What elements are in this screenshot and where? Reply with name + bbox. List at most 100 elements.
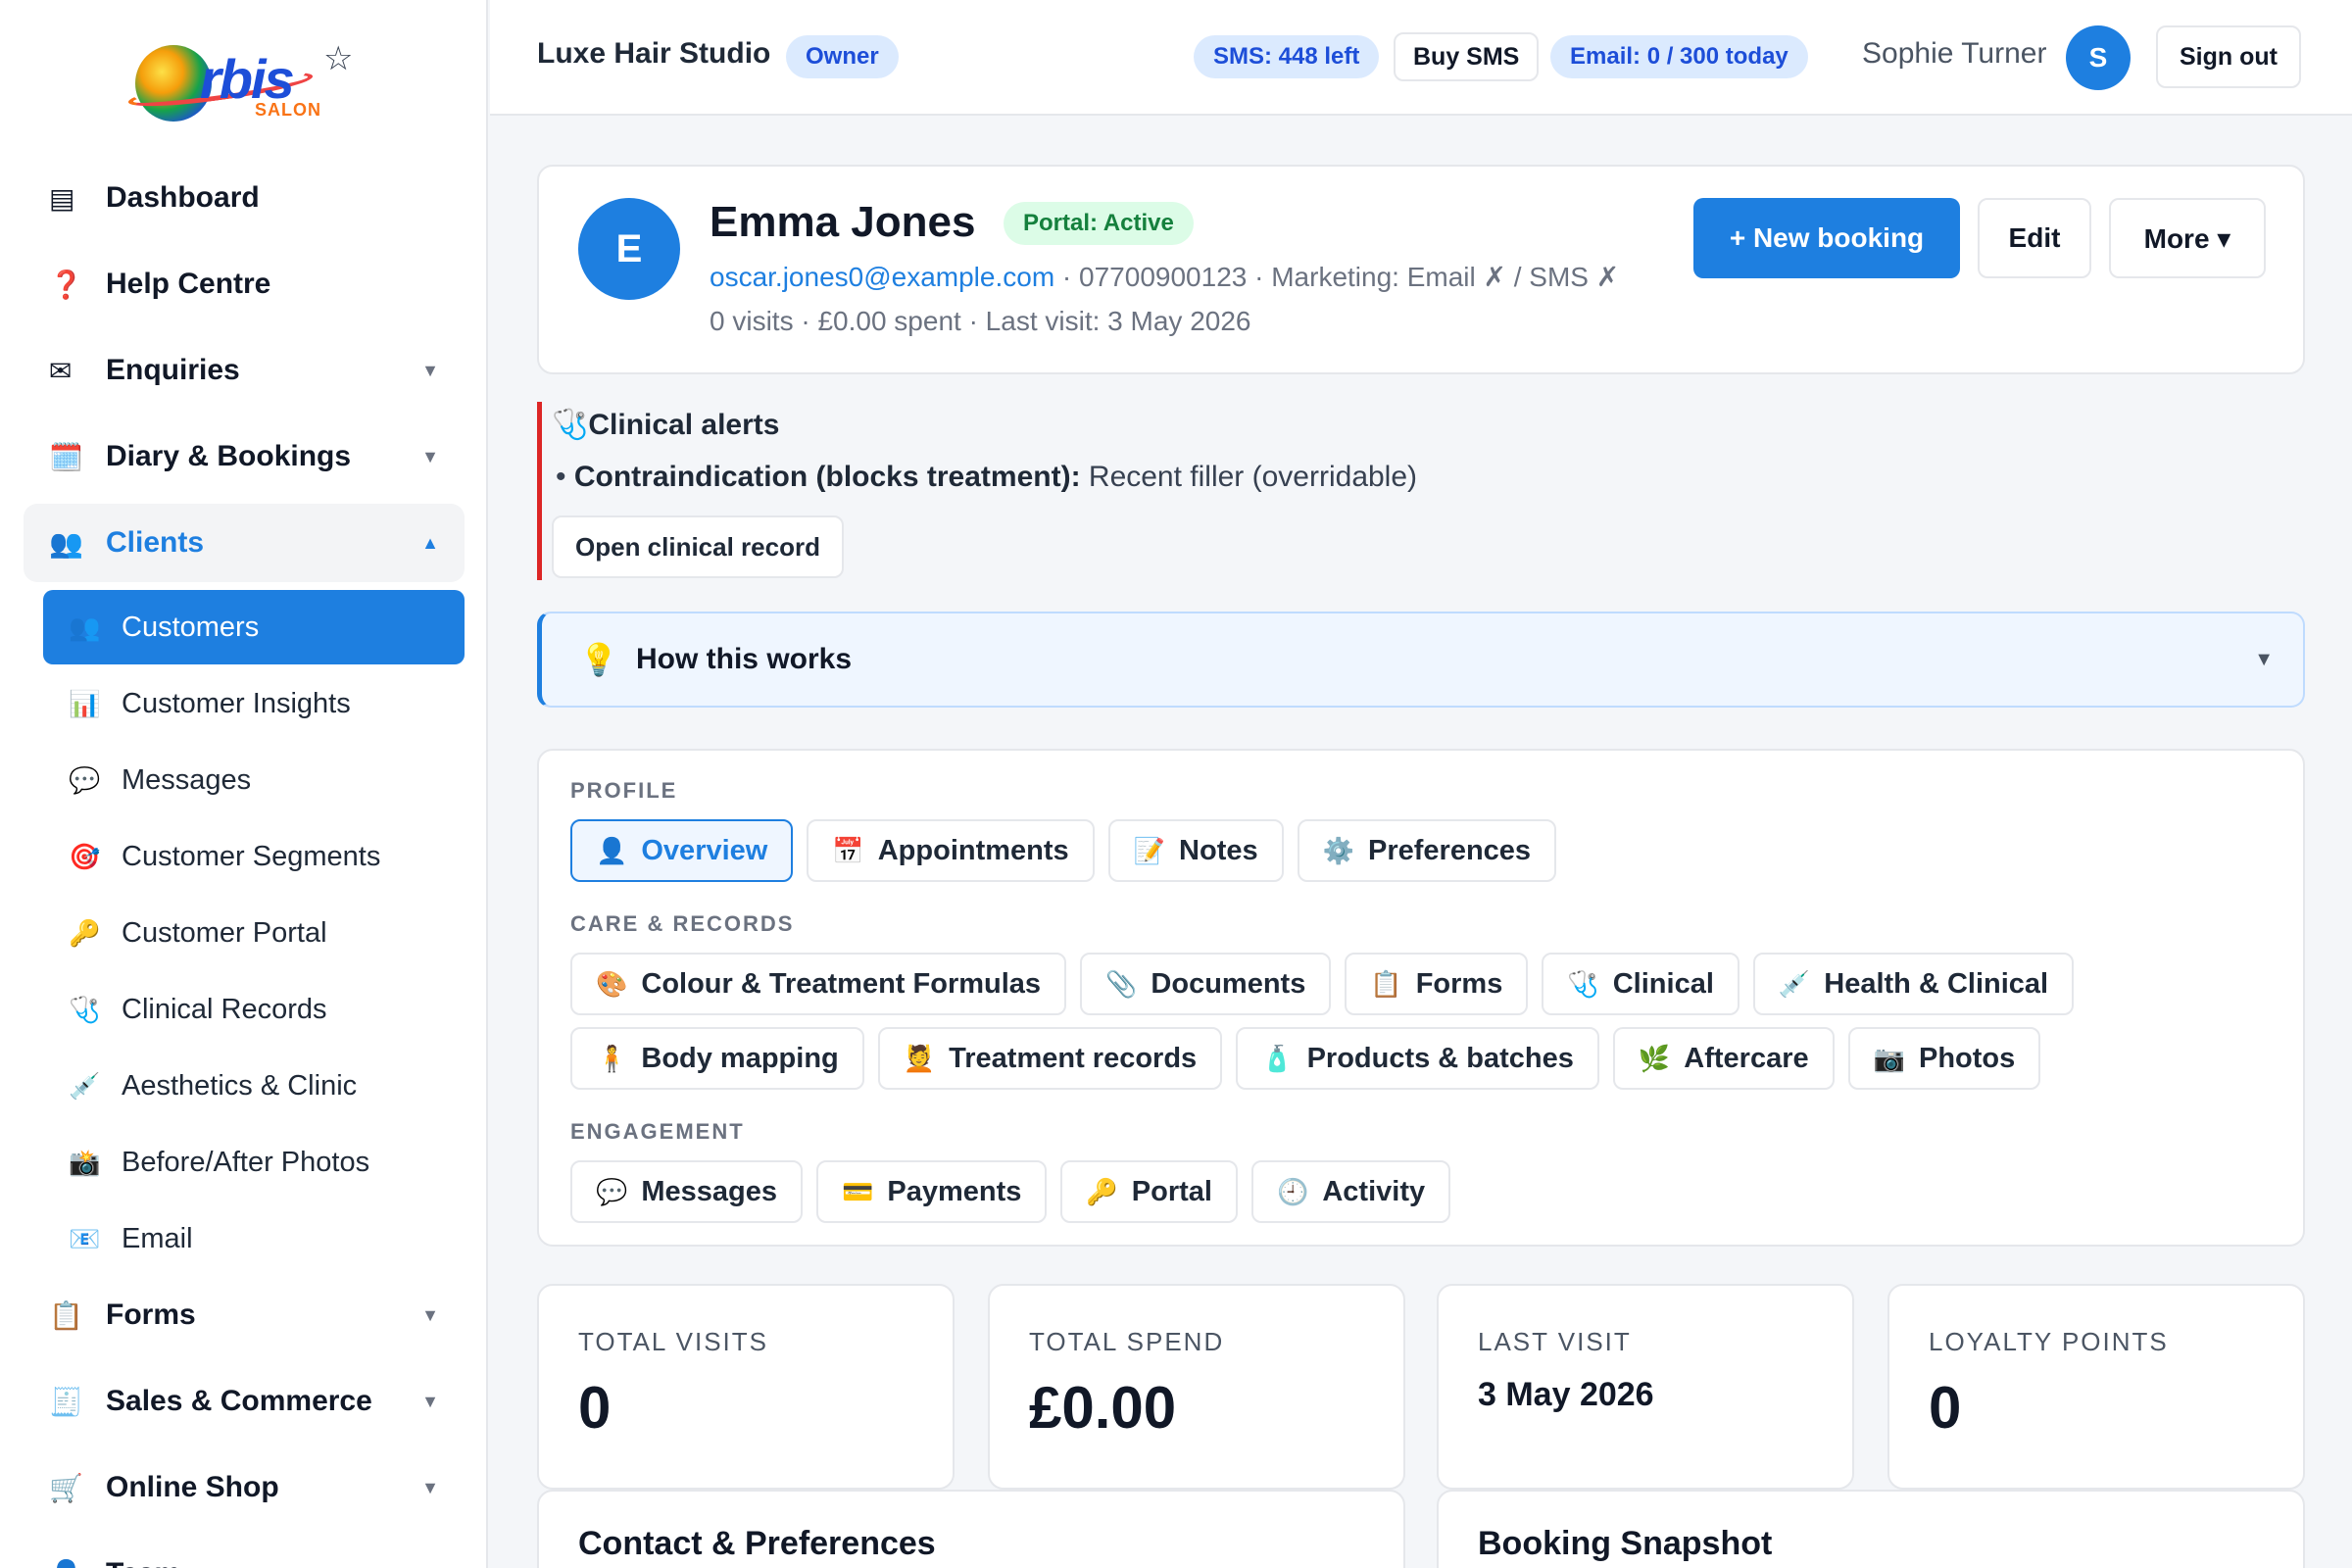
edit-button[interactable]: Edit	[1978, 198, 2091, 278]
new-booking-button[interactable]: + New booking	[1693, 198, 1960, 278]
stat-last-visit: LAST VISIT 3 May 2026	[1437, 1284, 1854, 1490]
contraindication-text: Recent filler (overridable)	[1080, 461, 1418, 493]
buy-sms-button[interactable]: Buy SMS	[1394, 32, 1540, 81]
sidebar-item-email[interactable]: 📧 Email	[43, 1201, 465, 1276]
sidebar-item-team[interactable]: 👤 Team ▼	[24, 1535, 465, 1568]
tab-body-mapping[interactable]: 🧍 Body mapping	[570, 1027, 864, 1090]
portal-status-badge: Portal: Active	[1004, 202, 1194, 245]
care-tabs-row-1: 🎨 Colour & Treatment Formulas 📎 Documents …	[570, 953, 2075, 1015]
tab-colour-formulas[interactable]: 🎨 Colour & Treatment Formulas	[570, 953, 1067, 1015]
credit-card-icon: 💳	[842, 1176, 874, 1206]
sidebar-item-label: Enquiries	[106, 354, 240, 386]
tab-preferences[interactable]: ⚙️ Preferences	[1297, 819, 1557, 882]
contact-preferences-panel: Contact & Preferences	[537, 1490, 1405, 1568]
stat-label: TOTAL SPEND	[1029, 1327, 1225, 1356]
sidebar-item-before-after-photos[interactable]: 📸 Before/After Photos	[43, 1125, 465, 1200]
massage-icon: 💆	[903, 1043, 936, 1073]
contraindication-item: • Contraindication (blocks treatment): R…	[556, 461, 1418, 493]
how-this-works-label: How this works	[636, 643, 853, 675]
top-header: Luxe Hair Studio Owner SMS: 448 left Buy…	[490, 0, 2352, 116]
herb-icon: 🌿	[1638, 1043, 1671, 1073]
panel-title: Contact & Preferences	[578, 1525, 936, 1562]
sidebar-item-label: Customer Segments	[122, 840, 381, 872]
chevron-down-icon: ▼	[421, 360, 439, 380]
person-icon: 👤	[596, 835, 628, 865]
tab-messages[interactable]: 💬 Messages	[570, 1160, 804, 1223]
stat-label: LAST VISIT	[1478, 1327, 1632, 1356]
tab-aftercare[interactable]: 🌿 Aftercare	[1612, 1027, 1835, 1090]
people-icon: 👥	[69, 612, 101, 642]
clinical-alert-title: 🩺Clinical alerts	[552, 409, 780, 441]
clipboard-icon: 📋	[49, 1299, 83, 1331]
tab-documents[interactable]: 📎 Documents	[1080, 953, 1332, 1015]
stat-label: TOTAL VISITS	[578, 1327, 769, 1356]
bar-chart-icon: 📊	[69, 688, 101, 718]
sidebar-item-customer-portal[interactable]: 🔑 Customer Portal	[43, 896, 465, 970]
tab-products-batches[interactable]: 🧴 Products & batches	[1236, 1027, 1599, 1090]
tab-portal[interactable]: 🔑 Portal	[1060, 1160, 1238, 1223]
receipt-icon: 🧾	[49, 1386, 83, 1417]
sidebar-item-customer-segments[interactable]: 🎯 Customer Segments	[43, 819, 465, 894]
key-icon: 🔑	[69, 917, 101, 948]
tab-forms[interactable]: 📋 Forms	[1345, 953, 1529, 1015]
sidebar-item-customers[interactable]: 👥 Customers	[43, 590, 465, 664]
email-quota-badge: Email: 0 / 300 today	[1550, 35, 1808, 78]
sidebar-item-label: Aesthetics & Clinic	[122, 1069, 358, 1102]
open-clinical-record-button[interactable]: Open clinical record	[552, 515, 844, 578]
tab-appointments[interactable]: 📅 Appointments	[807, 819, 1095, 882]
dashboard-icon: ▤	[49, 182, 75, 214]
email-icon: 📧	[69, 1223, 101, 1253]
tab-treatment-records[interactable]: 💆 Treatment records	[877, 1027, 1223, 1090]
avatar[interactable]: S	[2066, 25, 2131, 90]
sidebar-item-forms[interactable]: 📋 Forms ▼	[24, 1276, 465, 1354]
sidebar-item-customer-insights[interactable]: 📊 Customer Insights	[43, 666, 465, 741]
how-this-works-accordion[interactable]: 💡 How this works ▼	[537, 612, 2305, 708]
sidebar-item-online-shop[interactable]: 🛒 Online Shop ▼	[24, 1448, 465, 1527]
orbis-salon-logo[interactable]: rbis SALON ☆	[126, 35, 363, 123]
clock-icon: 🕘	[1276, 1176, 1309, 1206]
client-name: Emma Jones	[710, 198, 976, 246]
tab-payments[interactable]: 💳 Payments	[816, 1160, 1048, 1223]
client-phone-marketing: · 07700900123 · Marketing: Email ✗ / SMS…	[1054, 262, 1620, 292]
section-label-profile: PROFILE	[570, 778, 678, 803]
gear-icon: ⚙️	[1322, 835, 1354, 865]
client-tabs-card: PROFILE 👤 Overview 📅 Appointments 📝 Notes ⚙…	[537, 749, 2305, 1247]
sidebar: rbis SALON ☆ ▤ Dashboard ❓ Help Centre ✉…	[0, 0, 488, 1568]
tab-clinical[interactable]: 🩺 Clinical	[1542, 953, 1740, 1015]
sidebar-item-help-centre[interactable]: ❓ Help Centre	[24, 245, 465, 323]
sidebar-item-label: Email	[122, 1222, 193, 1254]
sidebar-item-dashboard[interactable]: ▤ Dashboard	[24, 159, 465, 237]
sidebar-item-label: Before/After Photos	[122, 1146, 370, 1178]
tab-photos[interactable]: 📷 Photos	[1847, 1027, 2041, 1090]
more-button[interactable]: More ▾	[2109, 198, 2266, 278]
sidebar-item-messages[interactable]: 💬 Messages	[43, 743, 465, 817]
stat-loyalty-points: LOYALTY POINTS 0	[1887, 1284, 2305, 1490]
tab-activity[interactable]: 🕘 Activity	[1250, 1160, 1451, 1223]
stat-value: 3 May 2026	[1478, 1376, 1654, 1413]
person-icon: 👤	[49, 1558, 106, 1568]
stethoscope-icon: 🩺	[69, 994, 101, 1024]
role-badge: Owner	[786, 35, 899, 78]
sidebar-item-clients[interactable]: 👥 Clients ▲	[24, 504, 465, 582]
sidebar-item-diary-bookings[interactable]: 🗓️ Diary & Bookings ▼	[24, 417, 465, 496]
sign-out-button[interactable]: Sign out	[2156, 25, 2301, 88]
sidebar-item-enquiries[interactable]: ✉ Enquiries ▼	[24, 331, 465, 410]
chevron-down-icon: ▼	[421, 1477, 439, 1497]
sidebar-item-label: Clients	[106, 526, 205, 559]
key-icon: 🔑	[1086, 1176, 1118, 1206]
tab-overview[interactable]: 👤 Overview	[570, 819, 794, 882]
booking-snapshot-panel: Booking Snapshot	[1437, 1490, 2305, 1568]
tab-health-clinical[interactable]: 💉 Health & Clinical	[1752, 953, 2075, 1015]
sidebar-item-label: Team	[106, 1557, 180, 1568]
tab-notes[interactable]: 📝 Notes	[1107, 819, 1284, 882]
client-email-link[interactable]: oscar.jones0@example.com	[710, 262, 1054, 292]
sidebar-item-label: Customer Portal	[122, 916, 327, 949]
standing-person-icon: 🧍	[596, 1043, 628, 1073]
sidebar-item-aesthetics-clinic[interactable]: 💉 Aesthetics & Clinic	[43, 1049, 465, 1123]
sidebar-item-sales-commerce[interactable]: 🧾 Sales & Commerce ▼	[24, 1362, 465, 1441]
stat-total-spend: TOTAL SPEND £0.00	[988, 1284, 1405, 1490]
clients-submenu: 👥 Customers 📊 Customer Insights 💬 Messag…	[24, 590, 465, 1276]
camera-icon: 📷	[1873, 1043, 1905, 1073]
sidebar-item-clinical-records[interactable]: 🩺 Clinical Records	[43, 972, 465, 1047]
calendar-icon: 🗓️	[49, 441, 83, 472]
